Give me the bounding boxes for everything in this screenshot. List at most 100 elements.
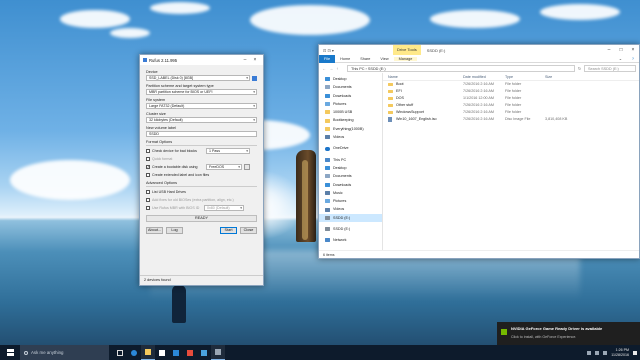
- downloads-icon: [325, 93, 330, 98]
- quick-format-checkbox[interactable]: [146, 157, 150, 161]
- chevron-up-icon[interactable]: [587, 350, 592, 355]
- nav-item-thispc[interactable]: This PC: [319, 156, 382, 164]
- navigation-arrows[interactable]: ← → ↑: [322, 66, 344, 71]
- ribbon-tabs: File Home Share View Manage ⌄ ?: [319, 54, 639, 63]
- volume-icon[interactable]: [603, 350, 608, 355]
- tab-home[interactable]: Home: [335, 57, 355, 61]
- minimize-icon[interactable]: –: [240, 57, 250, 63]
- rufus-titlebar[interactable]: Rufus 2.11.995 – ×: [140, 55, 263, 65]
- nav-item-ssdd[interactable]: SSDD (E:): [319, 225, 382, 233]
- column-name[interactable]: Name: [383, 73, 463, 80]
- folder-icon: [388, 110, 393, 115]
- nav-item-videos[interactable]: Videos: [319, 133, 382, 141]
- device-select[interactable]: SSD_LABEL (Disk 0) [8GB] ▾: [146, 75, 250, 81]
- taskbar-search[interactable]: Ask me anything: [20, 345, 109, 360]
- close-icon[interactable]: ×: [627, 47, 639, 53]
- nav-item-pc-videos[interactable]: Videos: [319, 205, 382, 213]
- disc-drive-icon[interactable]: [244, 164, 250, 170]
- column-date[interactable]: Date modified: [463, 73, 505, 80]
- drive-tools-context-tab[interactable]: Drive Tools: [393, 45, 421, 55]
- store-icon[interactable]: [155, 345, 169, 360]
- filesystem-select-value: Large FAT32 (Default): [149, 104, 185, 108]
- explorer-titlebar[interactable]: ⊡ ⊡ ▾ Drive Tools SSDD (E:) – □ ×: [319, 45, 639, 55]
- nav-item-pc-documents[interactable]: Documents: [319, 172, 382, 180]
- rufus-title: Rufus 2.11.995: [149, 57, 178, 63]
- close-button[interactable]: Close: [240, 227, 257, 234]
- list-usb-checkbox[interactable]: [146, 190, 150, 194]
- file-row[interactable]: Other stuff 7/26/2016 2:16 AM File folde…: [383, 102, 639, 109]
- nav-item-downloads[interactable]: Downloads: [319, 92, 382, 100]
- nav-item-pc-downloads[interactable]: Downloads: [319, 181, 382, 189]
- pictures-icon: [325, 199, 330, 204]
- edge-icon[interactable]: [127, 345, 141, 360]
- media-player-icon[interactable]: [183, 345, 197, 360]
- tab-file[interactable]: File: [319, 54, 336, 63]
- start-button[interactable]: [0, 345, 20, 360]
- task-view-icon[interactable]: [113, 345, 127, 360]
- cloud: [540, 4, 620, 20]
- documents-icon: [325, 174, 330, 179]
- nav-item-network[interactable]: Network: [319, 236, 382, 244]
- nav-item-documents[interactable]: Documents: [319, 83, 382, 91]
- tab-manage[interactable]: Manage: [393, 56, 418, 61]
- add-fixes-checkbox[interactable]: [146, 198, 150, 202]
- file-explorer-icon[interactable]: [141, 345, 155, 360]
- mail-icon[interactable]: [169, 345, 183, 360]
- nav-item-pc-pictures[interactable]: Pictures: [319, 197, 382, 205]
- cluster-select[interactable]: 32 kilobytes (Default) ▾: [146, 117, 257, 123]
- network-icon[interactable]: [595, 350, 600, 355]
- close-icon[interactable]: ×: [250, 57, 260, 63]
- boot-type-select[interactable]: FreeDOS ▾: [206, 164, 242, 170]
- cloud: [60, 10, 130, 28]
- create-bootable-checkbox[interactable]: ✓: [146, 165, 150, 169]
- nav-item-onedrive[interactable]: OneDrive: [319, 144, 382, 152]
- nav-item-pc-desktop[interactable]: Desktop: [319, 164, 382, 172]
- tab-view[interactable]: View: [375, 57, 393, 61]
- action-center-icon[interactable]: [633, 350, 637, 355]
- check-bad-blocks-checkbox[interactable]: [146, 149, 150, 153]
- extended-label-checkbox[interactable]: [146, 173, 150, 177]
- file-row[interactable]: DOS 1/1/2016 12:00 AM File folder: [383, 95, 639, 102]
- file-row[interactable]: EFI 7/26/2016 2:16 AM File folder: [383, 88, 639, 95]
- nav-item-desktop[interactable]: Desktop: [319, 75, 382, 83]
- clock[interactable]: 1:26 PM 11/28/2016: [611, 348, 629, 357]
- search-input[interactable]: Search SSDD (E:): [584, 64, 636, 72]
- refresh-icon[interactable]: ↻: [578, 66, 581, 71]
- volume-label-input[interactable]: SSDD: [146, 131, 257, 137]
- nav-item-folder[interactable]: Everything(1000B): [319, 125, 382, 133]
- cluster-select-value: 32 kilobytes (Default): [149, 118, 183, 122]
- about-button[interactable]: About...: [146, 227, 163, 234]
- rufus-taskbar-icon[interactable]: [211, 345, 225, 360]
- column-type[interactable]: Type: [505, 73, 545, 80]
- quick-access-toolbar[interactable]: ⊡ ⊡ ▾: [319, 48, 393, 53]
- bios-id-select[interactable]: 0x80 (Default) ▾: [204, 205, 244, 211]
- file-row[interactable]: Boot 7/26/2016 2:16 AM File folder: [383, 81, 639, 88]
- column-size[interactable]: Size: [545, 73, 575, 80]
- nav-item-pictures[interactable]: Pictures: [319, 100, 382, 108]
- tab-share[interactable]: Share: [355, 57, 375, 61]
- advanced-options-heading[interactable]: Advanced Options: [146, 181, 257, 187]
- add-fixes-label: Add fixes for old BIOSes (extra partitio…: [152, 198, 234, 202]
- maximize-icon[interactable]: □: [615, 47, 627, 53]
- chevron-down-icon[interactable]: ⌄: [614, 56, 627, 61]
- nav-item-pc-ssdd[interactable]: SSDD (E:): [319, 213, 382, 223]
- file-row[interactable]: Win10_1607_English.iso 7/26/2016 2:16 AM…: [383, 116, 639, 123]
- rufus-mbr-checkbox[interactable]: [146, 206, 150, 210]
- start-button[interactable]: Start: [220, 227, 237, 234]
- help-icon[interactable]: ?: [627, 57, 639, 61]
- partition-select[interactable]: MBR partition scheme for BIOS or UEFI ▾: [146, 89, 257, 95]
- minimize-icon[interactable]: –: [603, 47, 615, 53]
- save-icon[interactable]: [252, 75, 257, 81]
- log-button[interactable]: Log: [166, 227, 183, 234]
- address-bar[interactable]: This PC › SSDD (E:): [347, 64, 575, 72]
- bad-blocks-passes-select[interactable]: 1 Pass ▾: [206, 148, 250, 154]
- photos-icon[interactable]: [197, 345, 211, 360]
- filesystem-select[interactable]: Large FAT32 (Default) ▾: [146, 103, 257, 109]
- nav-item-pc-music[interactable]: Music: [319, 189, 382, 197]
- nav-item-folder[interactable]: 1000B USB: [319, 108, 382, 116]
- file-row[interactable]: WindowsSupport 7/26/2016 2:16 AM File fo…: [383, 109, 639, 116]
- navigation-pane: Desktop Documents Downloads Pictures 100…: [319, 73, 383, 250]
- nvidia-notification[interactable]: NVIDIA GeForce Game Ready Driver is avai…: [497, 322, 640, 345]
- rufus-app-icon: [143, 58, 147, 62]
- nav-item-folder[interactable]: Bootkeeping: [319, 116, 382, 124]
